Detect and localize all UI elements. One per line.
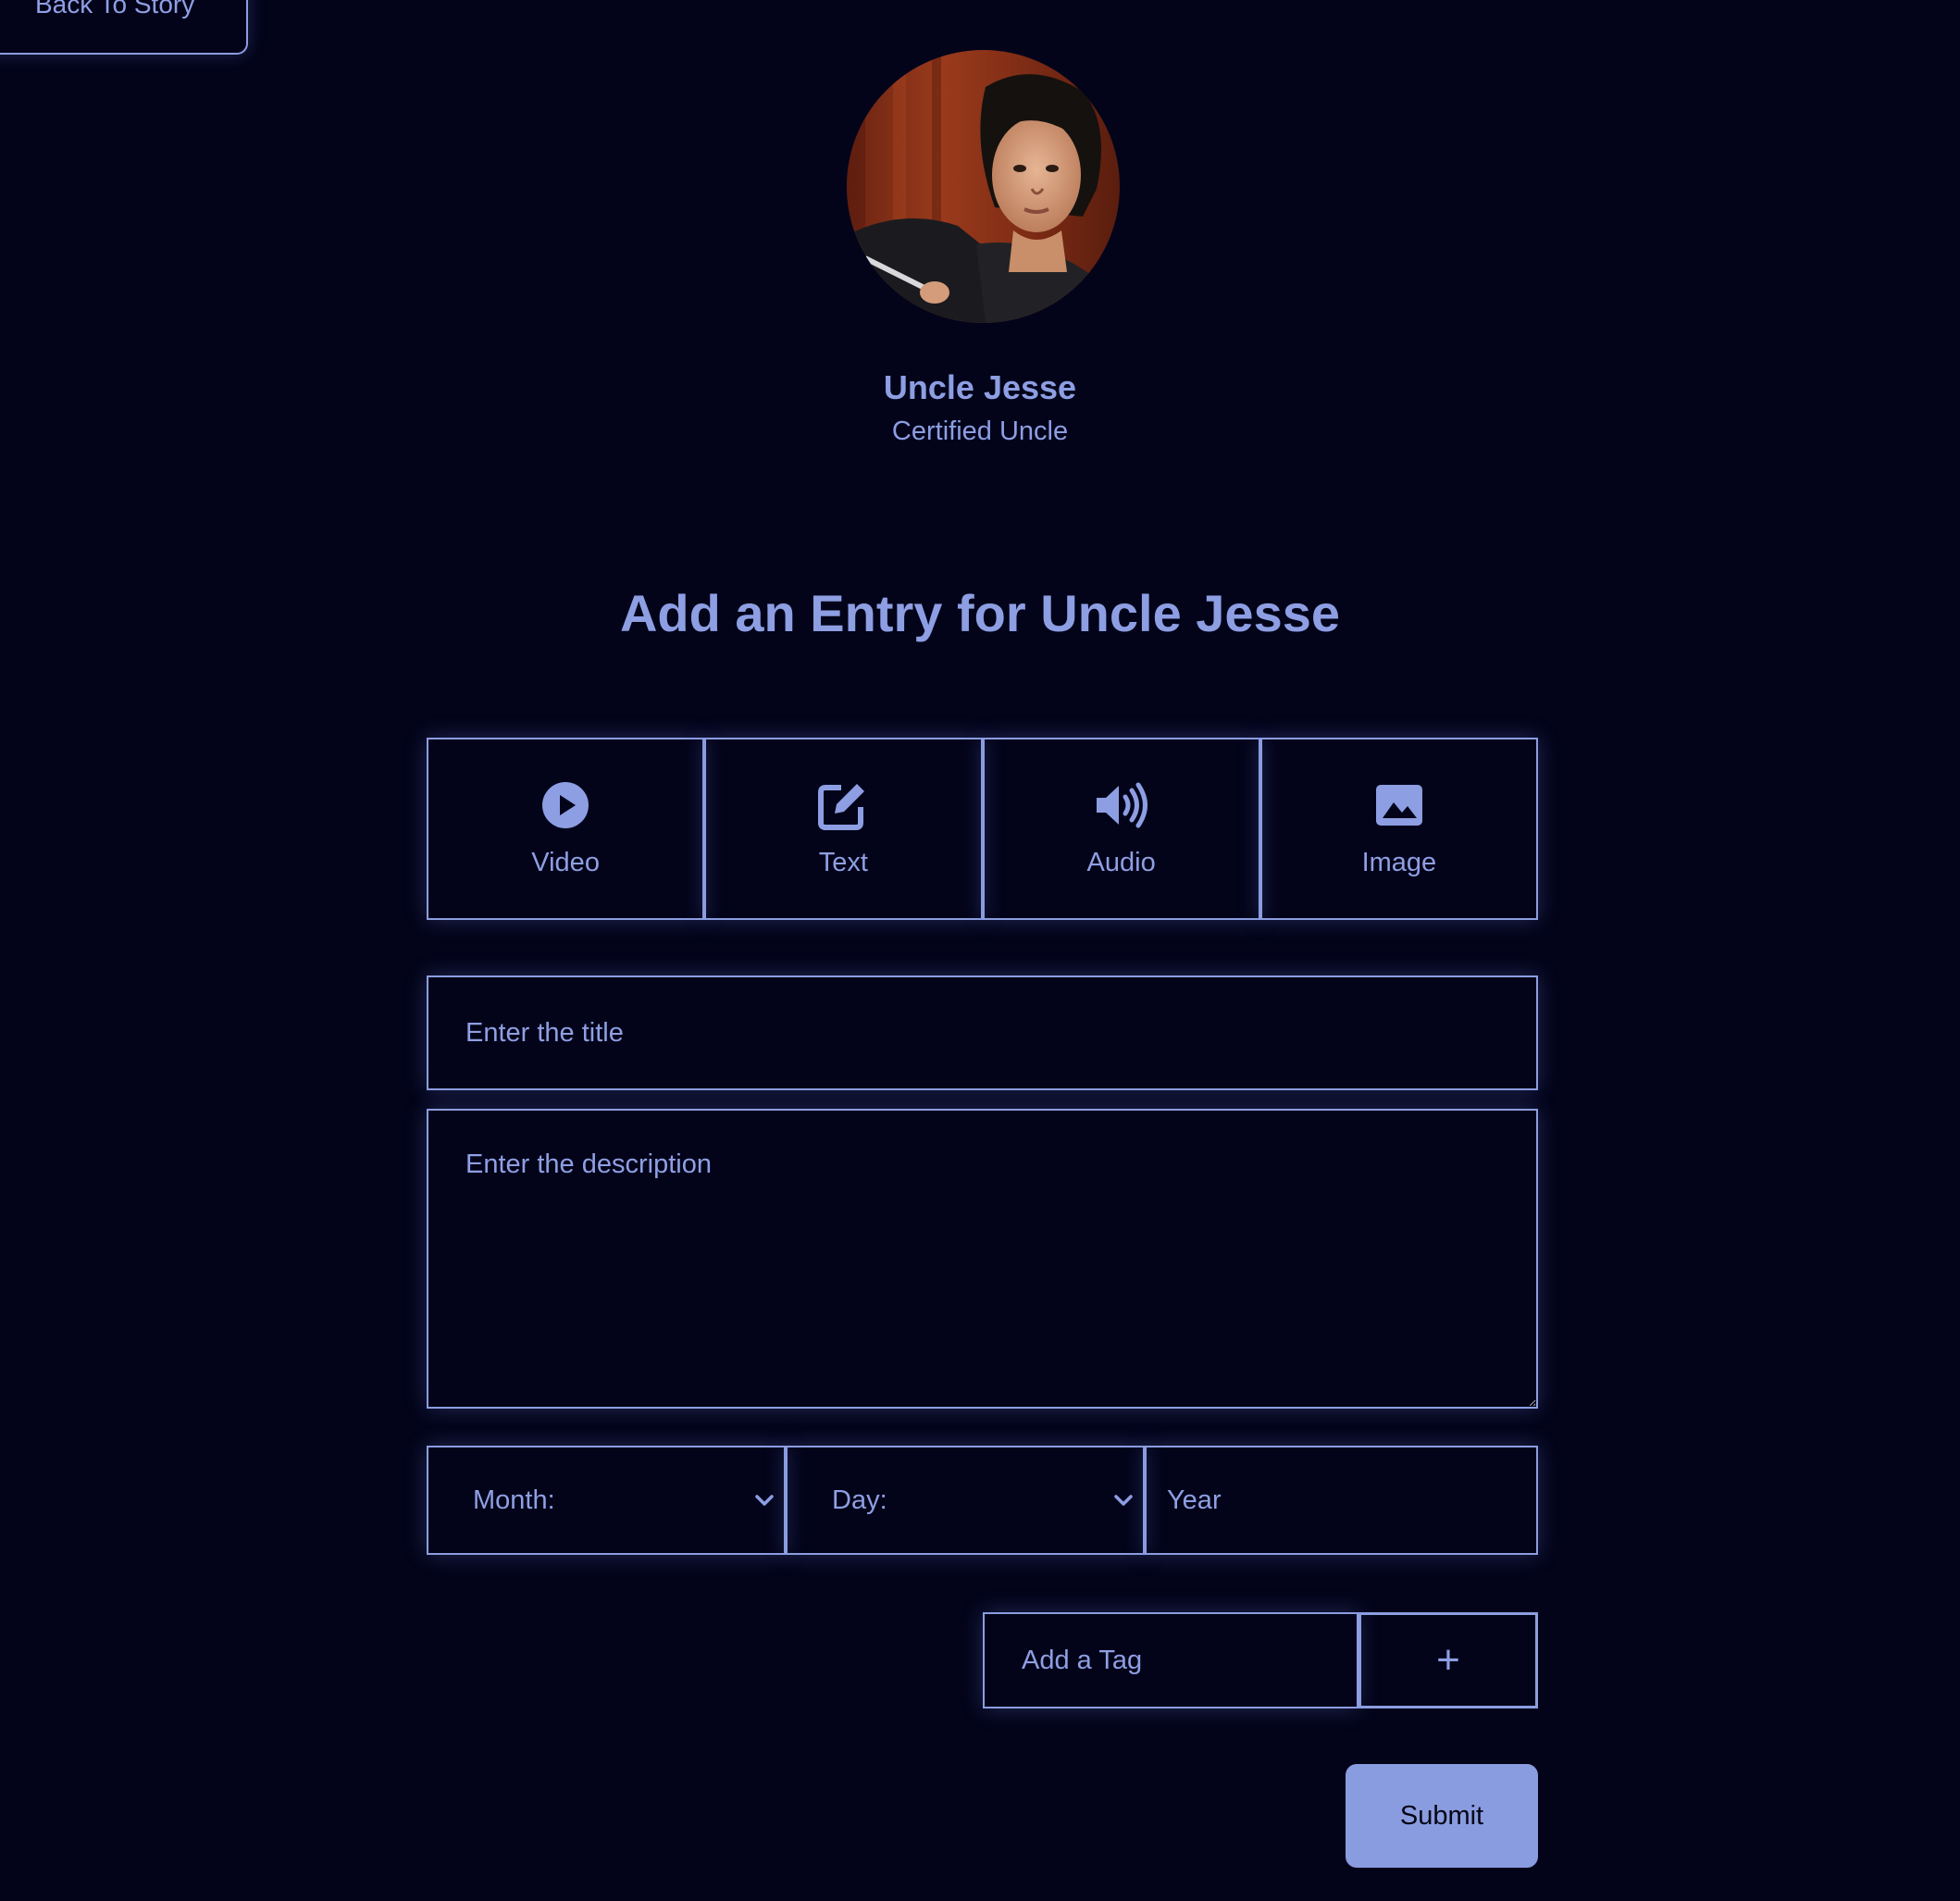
title-input[interactable]: [427, 975, 1538, 1090]
chevron-down-icon: [1113, 1494, 1134, 1507]
entry-type-video-button[interactable]: Video: [427, 738, 705, 920]
entry-type-selector: Video Text Audio Image: [427, 738, 1538, 920]
entry-type-image-button[interactable]: Image: [1259, 738, 1538, 920]
entry-type-label: Audio: [1086, 848, 1156, 877]
back-to-story-button[interactable]: Back To Story: [0, 0, 248, 55]
play-circle-icon: [541, 779, 589, 831]
date-selector: Month: Day:: [427, 1446, 1538, 1555]
year-input[interactable]: [1145, 1446, 1538, 1555]
month-select-label: Month:: [473, 1485, 555, 1515]
back-to-story-label: Back To Story: [35, 0, 195, 19]
entry-type-label: Video: [531, 848, 600, 877]
volume-icon: [1095, 779, 1148, 831]
chevron-down-icon: [754, 1494, 775, 1507]
avatar: [847, 50, 1120, 323]
add-tag-button[interactable]: +: [1358, 1612, 1538, 1708]
tag-entry: +: [983, 1612, 1538, 1708]
entry-type-audio-button[interactable]: Audio: [982, 738, 1260, 920]
submit-button-label: Submit: [1399, 1800, 1484, 1831]
profile-name: Uncle Jesse: [883, 368, 1077, 406]
entry-type-text-button[interactable]: Text: [704, 738, 983, 920]
submit-button[interactable]: Submit: [1346, 1764, 1538, 1868]
entry-type-label: Image: [1361, 848, 1437, 877]
entry-type-label: Text: [818, 848, 868, 877]
plus-icon: +: [1436, 1637, 1460, 1683]
day-select[interactable]: Day:: [786, 1446, 1145, 1555]
profile-subtitle: Certified Uncle: [891, 416, 1069, 446]
description-textarea[interactable]: [427, 1109, 1538, 1409]
page-title: Add an Entry for Uncle Jesse: [619, 584, 1340, 642]
day-select-label: Day:: [832, 1485, 887, 1515]
image-icon: [1375, 779, 1423, 831]
edit-icon: [818, 779, 868, 831]
month-select[interactable]: Month:: [427, 1446, 786, 1555]
avatar-photo: [847, 50, 1120, 323]
tag-input[interactable]: [983, 1612, 1358, 1708]
